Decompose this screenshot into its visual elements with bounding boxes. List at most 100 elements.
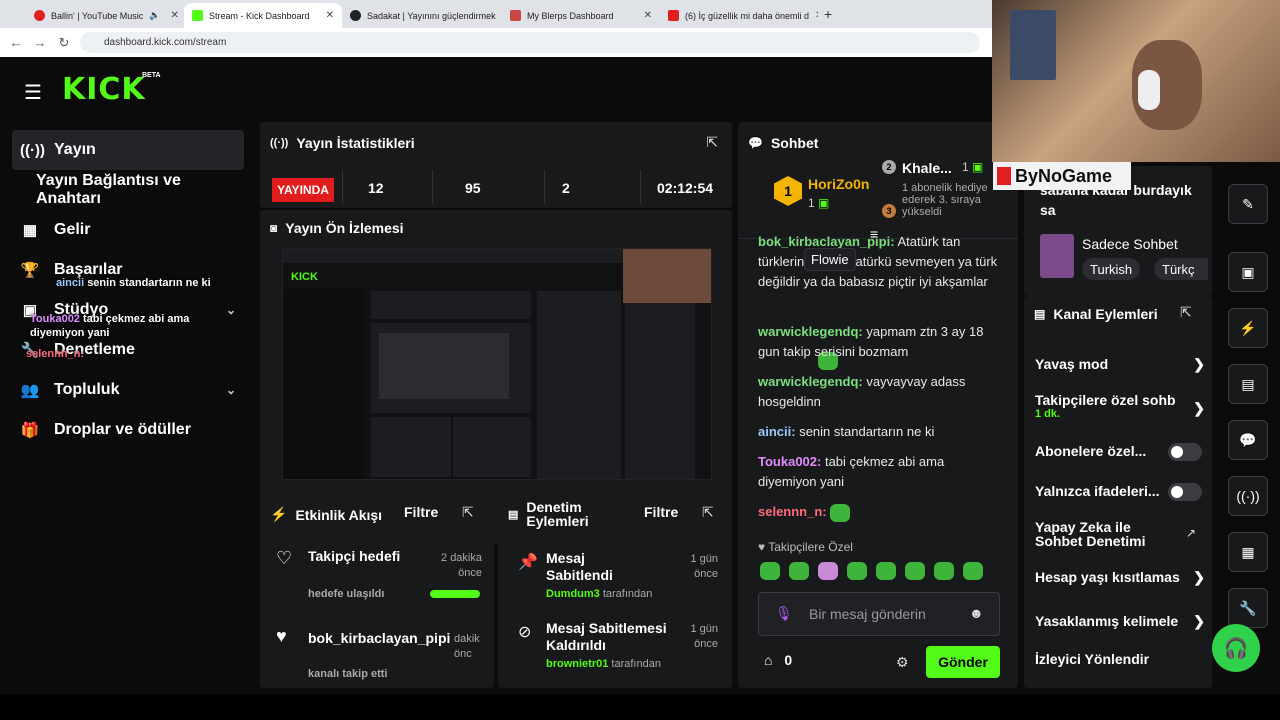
sidebar-item-gelir[interactable]: ▦ Gelir <box>12 210 244 250</box>
chart-icon: ▦ <box>22 222 38 239</box>
new-tab-icon[interactable]: + <box>824 6 832 22</box>
url-text: dashboard.kick.com/stream <box>104 37 227 48</box>
emote[interactable] <box>934 562 954 580</box>
chat-bubble-icon: 💬 <box>748 136 763 150</box>
second-gifter-name[interactable]: Khale... <box>902 160 952 176</box>
kick-logo[interactable]: KICK <box>62 72 146 107</box>
category-name[interactable]: Sadece Sohbet <box>1082 236 1178 252</box>
preview-sidebar <box>283 289 365 479</box>
emote[interactable] <box>963 562 983 580</box>
chevron-right-icon: ❯ <box>1193 356 1205 372</box>
chat-username[interactable]: warwicklegendq: <box>758 324 863 339</box>
chat-username[interactable]: aincii: <box>758 424 796 439</box>
sidebar-item-droplar[interactable]: 🎁 Droplar ve ödüller <box>12 410 244 450</box>
support-headset-icon[interactable]: 🎧 <box>1212 624 1260 672</box>
sidebar-item-topluluk[interactable]: 👥 Topluluk ⌄ <box>12 370 244 410</box>
external-link-icon[interactable]: ↗ <box>1186 526 1196 540</box>
tag[interactable]: Türkç <box>1154 258 1208 280</box>
popout-icon[interactable]: ⇱ <box>462 504 474 521</box>
emote[interactable] <box>760 562 780 580</box>
forward-icon[interactable]: → <box>28 35 52 50</box>
sidebar-item-yayin[interactable]: ((·)) Yayın <box>12 130 244 170</box>
close-tab-icon[interactable]: ✕ <box>644 10 652 21</box>
sidebar-item-label: Yayın Bağlantısı ve Anahtarı <box>36 172 181 207</box>
gift-count: 1 <box>962 160 969 174</box>
subscribers-only-toggle[interactable] <box>1168 443 1202 461</box>
activity-filter-button[interactable]: Filtre <box>404 504 438 520</box>
chat-username[interactable]: Touka002: <box>758 454 821 469</box>
brand-logo: ByNoGame <box>993 162 1131 190</box>
popout-icon[interactable]: ⇱ <box>702 504 714 521</box>
sidebar-item-stream-key[interactable]: Yayın Bağlantısı ve Anahtarı <box>12 170 244 210</box>
moderation-by: brownietr01 tarafından <box>546 658 661 670</box>
slow-mode-action[interactable]: Yavaş mod ❯ <box>1035 356 1205 372</box>
close-tab-icon[interactable]: ✕ <box>171 10 179 21</box>
document-icon[interactable]: ▤ <box>1228 364 1268 404</box>
url-field[interactable]: dashboard.kick.com/stream <box>80 32 980 53</box>
back-icon[interactable]: ← <box>4 35 28 50</box>
chat-username[interactable]: bok_kirbaclayan_pipi: <box>758 234 895 249</box>
microphone-icon[interactable]: 🎙 <box>775 605 793 622</box>
emote[interactable] <box>818 562 838 580</box>
emotes-only-toggle[interactable] <box>1168 483 1202 501</box>
close-tab-icon[interactable]: ✕ <box>815 10 818 21</box>
brand-mark <box>997 167 1011 185</box>
chat-username[interactable]: warwicklegendq: <box>758 374 863 389</box>
channel-icon[interactable]: ▦ <box>1228 532 1268 572</box>
chat-header: 💬 Sohbet <box>748 135 818 151</box>
emote[interactable] <box>876 562 896 580</box>
raid-action[interactable]: İzleyici Yönlendir <box>1035 651 1205 667</box>
account-age-action[interactable]: Hesap yaşı kısıtlamas ❯ <box>1035 569 1205 585</box>
browser-tab[interactable]: Ballin' | YouTube Music 🔈 ✕ <box>26 3 184 28</box>
emote[interactable] <box>789 562 809 580</box>
panel-title: Etkinlik Akışı <box>295 506 383 523</box>
action-label: İzleyici Yönlendir <box>1035 651 1150 667</box>
chat-username[interactable]: selennn_n: <box>758 504 827 519</box>
reload-icon[interactable]: ↻ <box>52 35 76 51</box>
tag[interactable]: Turkish <box>1082 258 1141 280</box>
divider <box>640 170 641 204</box>
overlay-chat-line: aincii senin standartarın ne ki <box>56 276 236 290</box>
popout-icon[interactable]: ⇱ <box>706 134 718 151</box>
overlay-chat-line: selennn_n: <box>26 348 84 360</box>
browser-tab[interactable]: My Blerps Dashboard ✕ <box>502 3 660 28</box>
bolt-icon[interactable]: ⚡ <box>1228 308 1268 348</box>
chat-settings-icon[interactable]: ⚙ <box>896 654 909 671</box>
points-display[interactable]: ⌂ 0 <box>764 652 792 668</box>
ai-moderation-action[interactable]: Yapay Zeka ile Sohbet Denetimi <box>1035 520 1175 548</box>
audio-icon[interactable]: 🔈 <box>149 10 160 21</box>
browser-tab[interactable]: (6) İç güzellik mi daha önemli d ✕ <box>660 3 818 28</box>
wrench-icon[interactable]: 🔧 <box>1228 588 1268 628</box>
browser-tab[interactable]: Sadakat | Yayınını güçlendirmek ✕ <box>342 3 502 28</box>
emoji-icon[interactable]: ☻ <box>969 605 984 621</box>
rank-badge-gold: 1 <box>774 176 802 206</box>
moderator-name[interactable]: brownietr01 <box>546 658 608 670</box>
chat-message: Touka002: tabi çekmez abi ama diyemiyon … <box>758 452 998 492</box>
edit-icon[interactable]: ✎ <box>1228 184 1268 224</box>
sub-count: 2 <box>562 180 570 196</box>
send-button[interactable]: Gönder <box>926 646 1000 678</box>
chat-icon[interactable]: 💬 <box>1228 420 1268 460</box>
emote[interactable] <box>905 562 925 580</box>
moderator-name[interactable]: Dumdum3 <box>546 588 600 600</box>
banned-words-action[interactable]: Yasaklanmış kelimele ❯ <box>1035 613 1205 629</box>
category-thumbnail[interactable] <box>1040 234 1074 278</box>
action-label: Yasaklanmış kelimele <box>1035 613 1179 629</box>
browser-tab-active[interactable]: Stream - Kick Dashboard ✕ <box>184 3 342 28</box>
points-value: 0 <box>784 652 793 668</box>
chat-text: senin standartarın ne ki <box>799 424 935 439</box>
divider <box>342 170 343 204</box>
screen-icon[interactable]: ▣ <box>1228 252 1268 292</box>
preview-video[interactable]: KICK <box>282 248 712 480</box>
followers-only-action[interactable]: Takipçilere özel sohb 1 dk. ❯ <box>1035 392 1205 420</box>
popout-icon[interactable]: ⇱ <box>1180 304 1192 321</box>
chat-input[interactable]: 🎙 Bir mesaj gönderin ☻ <box>758 592 1000 636</box>
emote[interactable] <box>847 562 867 580</box>
close-tab-icon[interactable]: ✕ <box>326 10 334 21</box>
broadcast-icon[interactable]: ((·)) <box>1228 476 1268 516</box>
by-suffix: tarafından <box>611 658 661 670</box>
activity-title: Takipçi hedefi <box>308 548 401 564</box>
menu-icon[interactable]: ☰ <box>24 80 42 105</box>
top-gifter-name[interactable]: HoriZo0n <box>808 176 869 192</box>
moderation-filter-button[interactable]: Filtre <box>644 504 678 520</box>
